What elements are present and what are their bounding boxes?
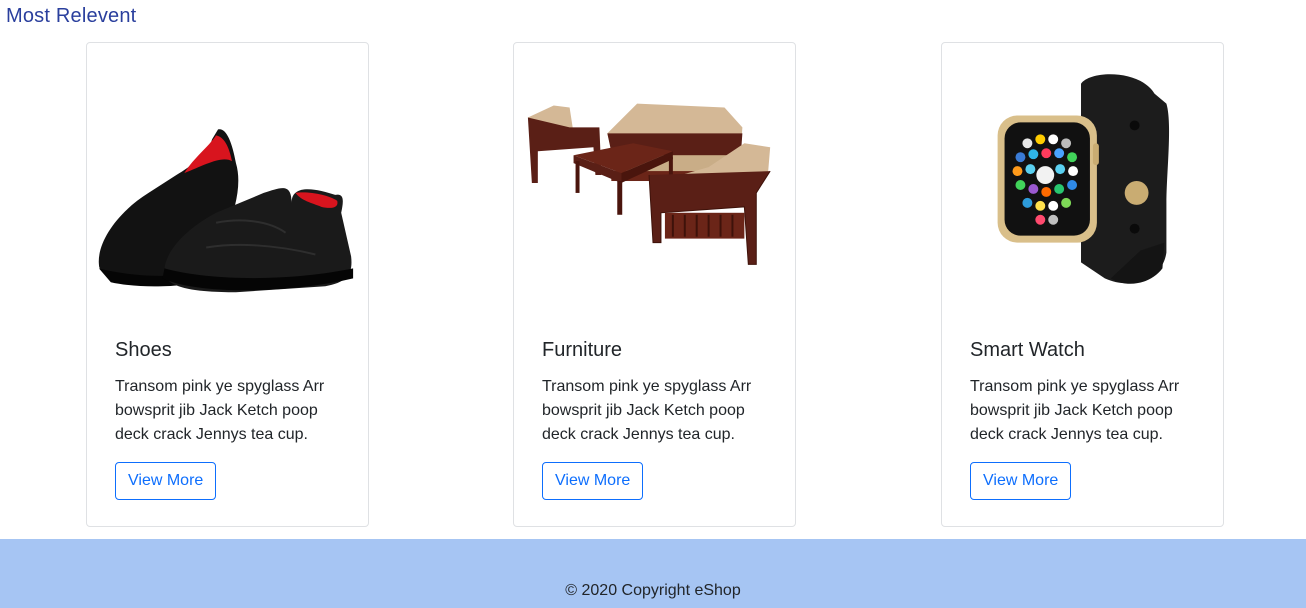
product-card-smart-watch: Smart Watch Transom pink ye spyglass Arr… <box>941 42 1224 527</box>
card-title: Smart Watch <box>970 339 1085 361</box>
section-title: Most Relevent <box>6 5 137 27</box>
card-text: Transom pink ye spyglass Arr bowsprit ji… <box>542 378 752 443</box>
view-more-button[interactable]: View More <box>115 462 217 500</box>
sofa-set-image <box>514 43 795 323</box>
card-title: Shoes <box>115 339 172 361</box>
footer: © 2020 Copyright eShop <box>0 539 1306 608</box>
smart-watch-image <box>942 43 1223 323</box>
view-more-button[interactable]: View More <box>542 462 644 500</box>
product-card-furniture: Furniture Transom pink ye spyglass Arr b… <box>513 42 796 527</box>
copyright-text: © 2020 Copyright eShop <box>565 582 741 599</box>
shoes-image <box>87 43 368 323</box>
view-more-button[interactable]: View More <box>970 462 1072 500</box>
card-text: Transom pink ye spyglass Arr bowsprit ji… <box>970 378 1180 443</box>
product-card-shoes: Shoes Transom pink ye spyglass Arr bowsp… <box>86 42 369 527</box>
card-title: Furniture <box>542 339 623 361</box>
card-text: Transom pink ye spyglass Arr bowsprit ji… <box>115 378 325 443</box>
